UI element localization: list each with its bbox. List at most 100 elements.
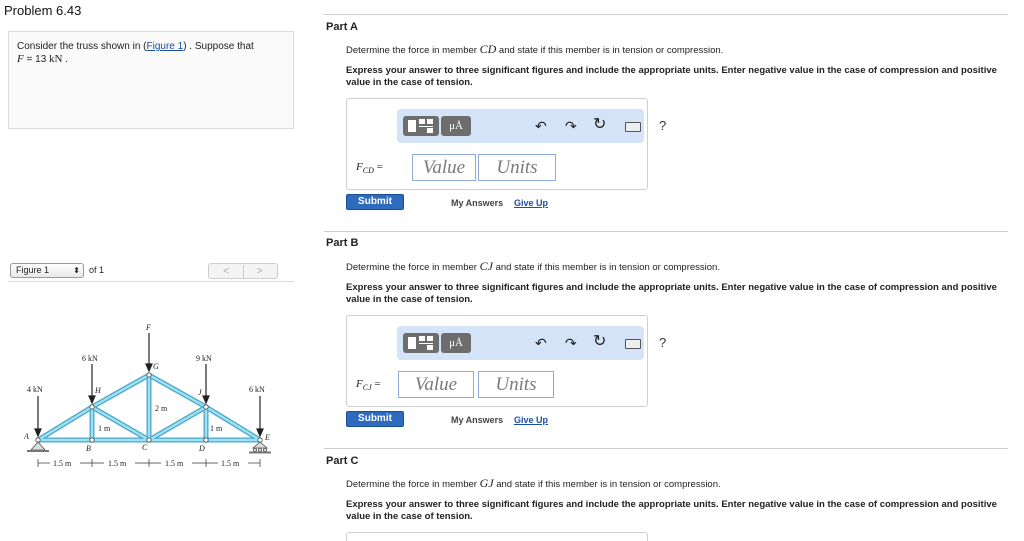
- part-a-divider: [324, 14, 1008, 15]
- help-icon[interactable]: ?: [659, 118, 666, 133]
- load-arrow-F-head: [145, 363, 153, 373]
- part-a-variable-label: FCD =: [356, 161, 383, 175]
- left-panel: Problem 6.43 Consider the truss shown in…: [0, 0, 300, 541]
- given-unit: kN: [49, 53, 63, 65]
- load-label-F: 9 kN: [196, 354, 212, 363]
- part-a-math-toolbar: μÅ ↶ ↷ ↻ ?: [397, 109, 666, 143]
- undo-icon[interactable]: ↶: [535, 117, 547, 135]
- part-a-units-input[interactable]: Units: [478, 154, 556, 181]
- prev-figure-button[interactable]: <: [209, 265, 244, 278]
- joint-J: [203, 404, 209, 410]
- dim-label-2m: 2 m: [155, 404, 168, 413]
- reset-icon[interactable]: ↻: [593, 116, 606, 134]
- part-b-divider: [324, 231, 1008, 232]
- part-a-member: CD: [479, 42, 497, 56]
- highlight-AH: [36, 405, 94, 442]
- figure-select[interactable]: Figure 1 ⬍: [10, 263, 84, 278]
- part-a-question: Determine the force in member CD and sta…: [346, 42, 723, 57]
- load-label-H: 6 kN: [82, 354, 98, 363]
- joint-D: [203, 437, 209, 443]
- support-roller-E-wheel-2: [257, 447, 262, 452]
- figure-link[interactable]: Figure 1: [147, 41, 184, 52]
- part-a-submit-button[interactable]: Submit: [346, 194, 404, 210]
- statement-text: Consider the truss shown in (: [17, 41, 147, 52]
- part-c-answer-box: [346, 532, 648, 541]
- given-equals: = 13: [23, 54, 50, 65]
- figure-pager: < >: [208, 263, 278, 279]
- part-a-question-prefix: Determine the force in member: [346, 45, 480, 56]
- given-end: .: [62, 54, 69, 65]
- part-b-question-prefix: Determine the force in member: [346, 262, 480, 273]
- part-a-equals: =: [373, 161, 383, 173]
- part-a-value-input[interactable]: Value: [412, 154, 476, 181]
- next-figure-button[interactable]: >: [242, 265, 277, 278]
- label-C: C: [142, 443, 148, 452]
- problem-title: Problem 6.43: [4, 3, 82, 18]
- select-arrows-icon: ⬍: [73, 266, 80, 275]
- span-label-1: 1.5 m: [53, 459, 72, 468]
- part-b-answer-box: μÅ ↶ ↷ ↻ ? FCJ = Value Units: [346, 315, 666, 407]
- undo-icon[interactable]: ↶: [535, 334, 547, 352]
- part-a-give-up-link[interactable]: Give Up: [514, 198, 548, 208]
- load-label-J: 6 kN: [249, 385, 265, 394]
- keyboard-icon[interactable]: [625, 122, 641, 132]
- dim-label-1m-right: 1 m: [210, 424, 223, 433]
- support-roller-E-wheel-3: [262, 447, 267, 452]
- part-b-math-toolbar: μÅ ↶ ↷ ↻ ?: [397, 326, 666, 360]
- support-roller-E: [249, 441, 271, 454]
- support-roller-E-wheel-1: [252, 447, 257, 452]
- part-c-question-suffix: and state if this member is in tension o…: [493, 479, 721, 490]
- figure-count: of 1: [89, 265, 105, 275]
- part-a-instruction: Express your answer to three significant…: [346, 65, 997, 88]
- joint-G: [146, 372, 152, 378]
- part-a-question-suffix: and state if this member is in tension o…: [496, 45, 724, 56]
- part-c-label: Part C: [326, 455, 359, 467]
- redo-icon[interactable]: ↷: [565, 117, 577, 135]
- part-b-instruction: Express your answer to three significant…: [346, 282, 997, 305]
- templates-icon[interactable]: [403, 116, 439, 136]
- label-B: B: [86, 444, 91, 453]
- support-pin-A: [27, 441, 49, 452]
- figure-select-label: Figure 1: [16, 265, 50, 275]
- load-arrow-H-head: [88, 395, 96, 405]
- reset-icon[interactable]: ↻: [593, 333, 606, 351]
- part-b-var-sub: CJ: [362, 383, 372, 393]
- part-c-instruction: Express your answer to three significant…: [346, 499, 997, 522]
- part-b-give-up-link[interactable]: Give Up: [514, 415, 548, 425]
- load-arrow-A-head: [34, 428, 42, 438]
- part-a-var-main: F: [356, 161, 363, 173]
- truss-member-highlights: [36, 373, 262, 442]
- label-D: D: [198, 444, 205, 453]
- keyboard-icon[interactable]: [625, 339, 641, 349]
- dim-label-1m-left: 1 m: [98, 424, 111, 433]
- truss-figure: F G H J A B C D E 4 kN 6 kN 9 kN 6 kN 2 …: [23, 323, 271, 468]
- part-b-my-answers[interactable]: My Answers: [451, 415, 503, 425]
- span-label-4: 1.5 m: [221, 459, 240, 468]
- part-b-units-input[interactable]: Units: [478, 371, 554, 398]
- joint-H: [89, 404, 95, 410]
- units-button[interactable]: μÅ: [441, 116, 471, 136]
- parts-panel: Part A Determine the force in member CD …: [300, 0, 1024, 541]
- load-label-A: 4 kN: [27, 385, 43, 394]
- part-b-variable-label: FCJ =: [356, 378, 381, 392]
- label-A: A: [23, 432, 29, 441]
- part-c-question: Determine the force in member GJ and sta…: [346, 476, 721, 491]
- span-label-3: 1.5 m: [165, 459, 184, 468]
- part-b-question-suffix: and state if this member is in tension o…: [492, 262, 720, 273]
- units-button[interactable]: μÅ: [441, 333, 471, 353]
- span-label-2: 1.5 m: [108, 459, 127, 468]
- label-H: H: [94, 386, 102, 395]
- part-b-equals: =: [371, 378, 381, 390]
- part-b-value-input[interactable]: Value: [398, 371, 474, 398]
- templates-icon[interactable]: [403, 333, 439, 353]
- part-b-submit-button[interactable]: Submit: [346, 411, 404, 427]
- part-c-question-prefix: Determine the force in member: [346, 479, 480, 490]
- part-a-my-answers[interactable]: My Answers: [451, 198, 503, 208]
- given-variable: F: [17, 53, 24, 65]
- redo-icon[interactable]: ↷: [565, 334, 577, 352]
- help-icon[interactable]: ?: [659, 335, 666, 350]
- part-c-member: GJ: [479, 476, 494, 490]
- part-b-label: Part B: [326, 237, 359, 249]
- label-G: G: [153, 362, 159, 371]
- label-J: J: [198, 388, 202, 397]
